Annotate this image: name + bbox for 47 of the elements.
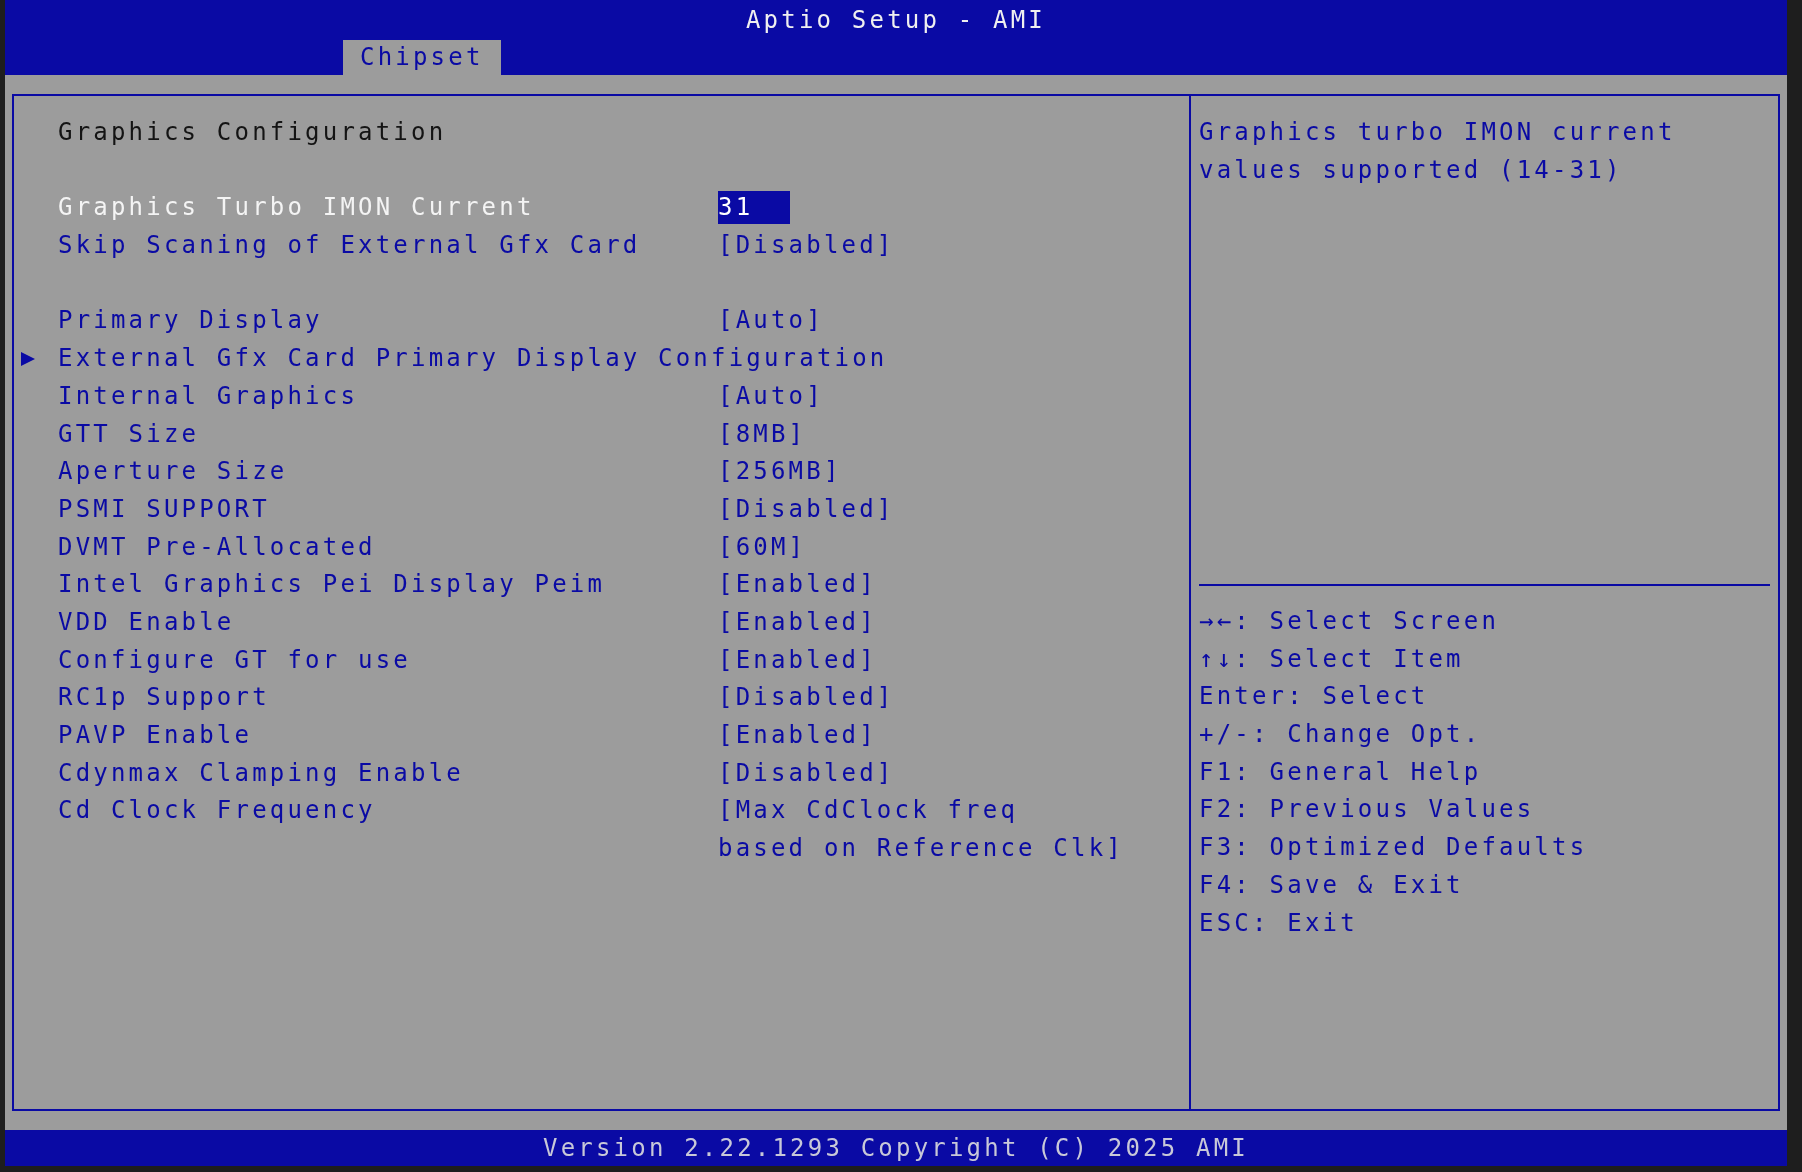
key-help-text: F1: General Help: [1199, 756, 1482, 788]
key-help-text: ↑↓: Select Item: [1199, 643, 1464, 675]
setting-value[interactable]: [Auto]: [718, 379, 824, 413]
setting-label[interactable]: Intel Graphics Pei Display Peim: [58, 566, 606, 604]
setting-value[interactable]: [Disabled]: [718, 681, 895, 715]
setting-value[interactable]: [Auto]: [718, 304, 824, 338]
setting-label[interactable]: Aperture Size: [58, 453, 288, 491]
setting-label[interactable]: PSMI SUPPORT: [58, 490, 270, 529]
menu-tab[interactable]: Chipset: [343, 40, 501, 75]
version-text: Version 2.22.1293 Copyright (C) 2025 AMI: [543, 1134, 1249, 1162]
setting-label[interactable]: Primary Display: [58, 302, 323, 341]
setting-value[interactable]: [60M]: [718, 530, 807, 564]
setting-label[interactable]: Cd Clock Frequency: [58, 792, 376, 831]
setting-value[interactable]: [Enabled]: [718, 643, 877, 677]
setting-label[interactable]: Configure GT for use: [58, 641, 411, 680]
setting-label[interactable]: External Gfx Card Primary Display Configuration: [58, 340, 888, 378]
setting-value[interactable]: [Disabled]: [718, 229, 895, 263]
setting-label[interactable]: VDD Enable: [58, 603, 235, 642]
submenu-triangle-icon: [21, 352, 35, 367]
key-help-text: F3: Optimized Defaults: [1199, 832, 1588, 864]
setting-label[interactable]: Graphics Turbo IMON Current: [58, 189, 535, 228]
setting-label[interactable]: GTT Size: [58, 415, 200, 454]
setting-label[interactable]: RC1p Support: [58, 679, 270, 717]
key-help-text: Enter: Select: [1199, 681, 1429, 713]
key-help-text: +/-: Change Opt.: [1199, 719, 1482, 751]
setting-label[interactable]: PAVP Enable: [58, 717, 253, 755]
setting-value[interactable]: [Disabled]: [718, 492, 895, 526]
setting-value[interactable]: based on Reference Clk]: [718, 832, 1124, 866]
setting-value[interactable]: [8MB]: [718, 417, 807, 451]
setting-label[interactable]: Skip Scaning of External Gfx Card: [58, 227, 641, 265]
setting-value[interactable]: [Enabled]: [718, 568, 877, 602]
key-help-text: F2: Previous Values: [1199, 794, 1535, 826]
setting-value[interactable]: 31: [718, 191, 790, 225]
key-help-text: F4: Save & Exit: [1199, 869, 1464, 901]
section-heading: Graphics Configuration: [57, 117, 448, 148]
setting-value[interactable]: [Max CdClock freq: [718, 794, 1019, 828]
window-title: Aptio Setup - AMI: [745, 5, 1046, 36]
setting-value[interactable]: [Enabled]: [718, 719, 877, 752]
setting-label[interactable]: DVMT Pre-Allocated: [58, 528, 376, 567]
help-text: Graphics turbo IMON current values supported (14-31): [1199, 117, 1677, 186]
key-help-text: ESC: Exit: [1199, 907, 1358, 939]
setting-value[interactable]: [256MB]: [718, 455, 842, 489]
setting-label[interactable]: Cdynmax Clamping Enable: [58, 754, 464, 793]
key-help-text: →←: Select Screen: [1199, 606, 1500, 637]
setting-label[interactable]: Internal Graphics: [58, 377, 359, 416]
setting-value[interactable]: [Disabled]: [718, 756, 895, 790]
setting-value[interactable]: [Enabled]: [718, 605, 877, 639]
